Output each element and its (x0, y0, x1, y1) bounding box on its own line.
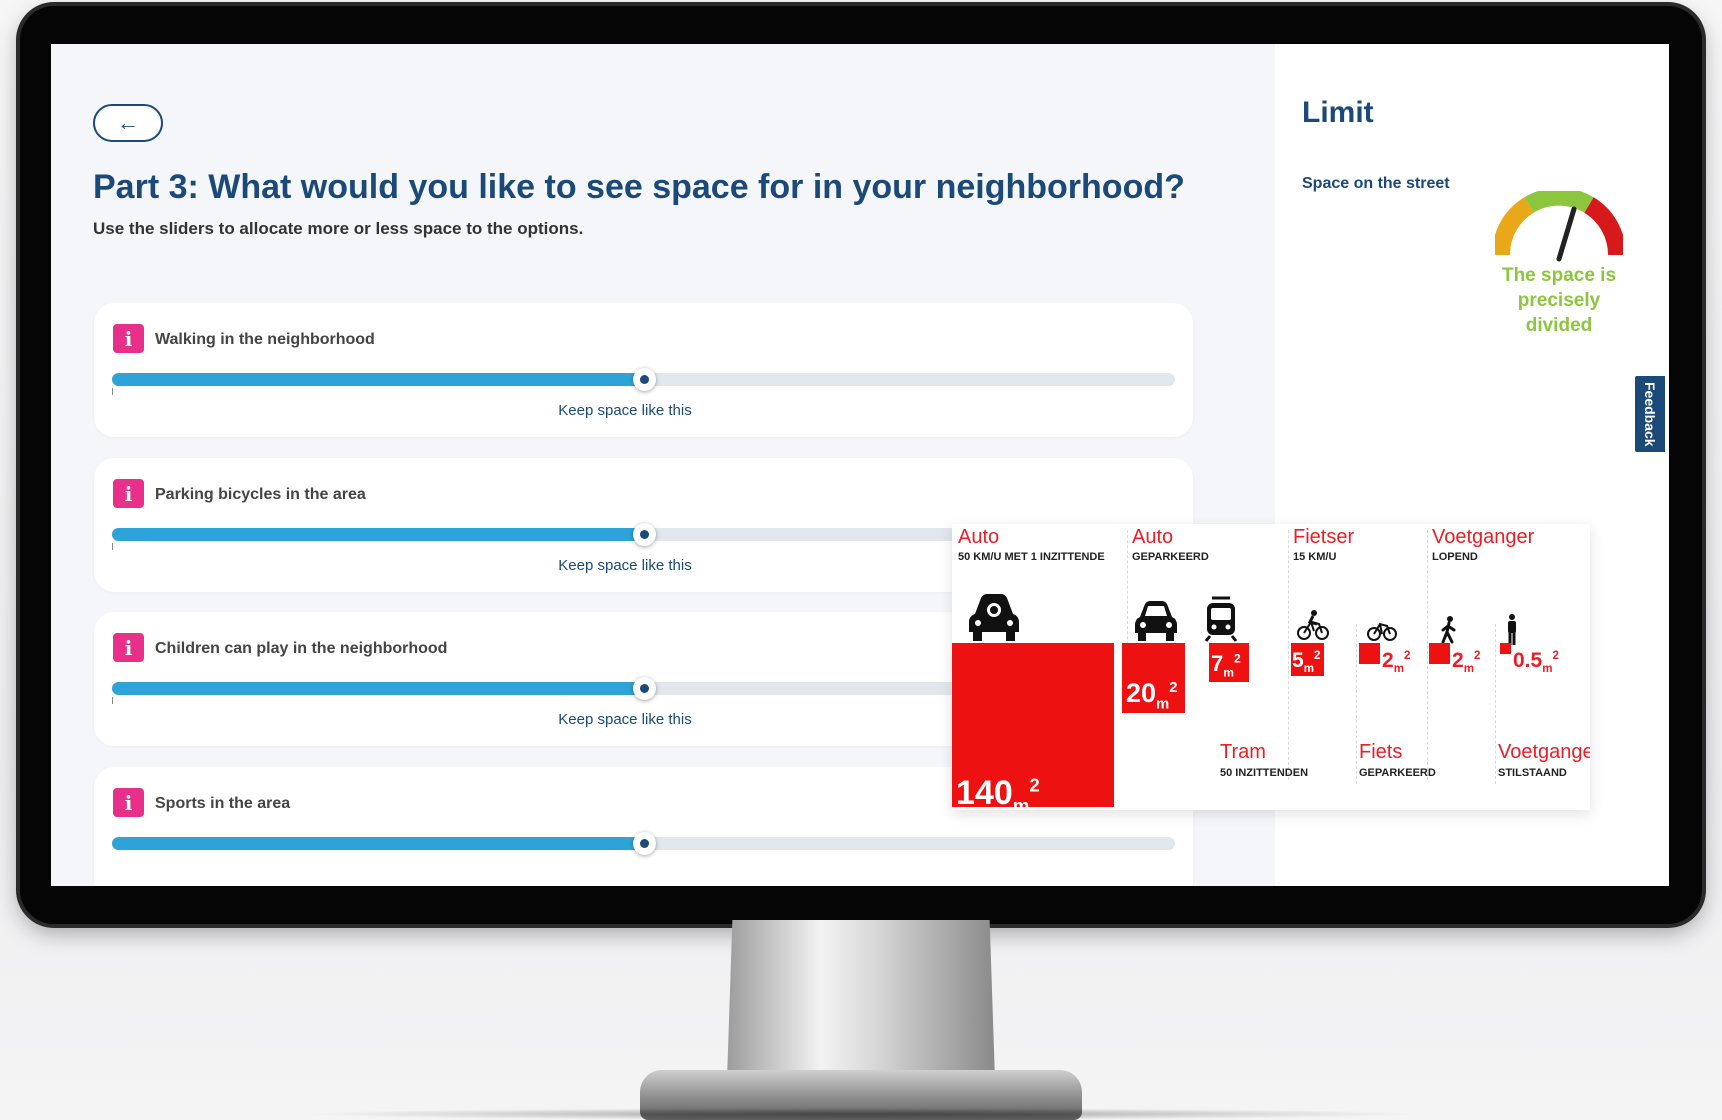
separator (1427, 530, 1428, 780)
category-subtitle: 50 KM/U MET 1 INZITTENDE (958, 551, 1105, 563)
area-block (1359, 643, 1380, 664)
separator (1288, 530, 1289, 780)
area-block (1429, 643, 1450, 664)
category-title: Auto (1132, 526, 1174, 548)
category-title: Tram (1220, 741, 1266, 763)
category-subtitle: LOPEND (1432, 551, 1478, 563)
page-title: Part 3: What would you like to see space… (93, 168, 1185, 206)
slider-fill (112, 682, 644, 695)
slider-tick (112, 697, 113, 704)
screen: ← Part 3: What would you like to see spa… (51, 44, 1669, 886)
monitor-stand-neck (727, 920, 995, 1080)
car-moving-icon (969, 594, 1019, 641)
slider-track[interactable] (112, 368, 1175, 391)
gauge-icon (1495, 191, 1623, 262)
category-title: Voetganger (1432, 526, 1535, 548)
slider-track[interactable] (112, 832, 1175, 855)
info-icon[interactable]: i (113, 479, 144, 508)
separator (1495, 624, 1496, 784)
arrow-left-icon: ← (117, 110, 139, 135)
monitor-stand-shadow (300, 1108, 1422, 1120)
slider-label: Walking in the neighborhood (155, 331, 375, 348)
slider-card-walking: i Walking in the neighborhood Keep space… (94, 303, 1193, 437)
slider-thumb[interactable] (632, 677, 656, 700)
info-icon[interactable]: i (113, 324, 144, 353)
back-button[interactable]: ← (93, 104, 163, 142)
area-value: 2m2 (1452, 649, 1481, 676)
category-title: Auto (958, 526, 1000, 548)
category-subtitle: GEPARKEERD (1359, 767, 1436, 779)
area-value: 20m2 (1126, 678, 1178, 713)
category-subtitle: GEPARKEERD (1132, 551, 1209, 563)
slider-label: Children can play in the neighborhood (155, 640, 448, 657)
info-icon[interactable]: i (113, 633, 144, 662)
area-value: 0.5m2 (1513, 649, 1559, 676)
category-title: Fiets (1359, 741, 1403, 763)
slider-label: Sports in the area (155, 795, 291, 812)
slider-tick (112, 543, 113, 550)
area-block (1500, 643, 1511, 654)
slider-fill (112, 373, 644, 386)
category-subtitle: STILSTAAND (1498, 767, 1567, 779)
space-infographic: Auto 50 KM/U MET 1 INZITTENDE Auto GEPAR… (952, 524, 1590, 810)
area-value: 5m2 (1292, 649, 1321, 676)
category-title: Voetganger (1498, 741, 1590, 763)
category-subtitle: 15 KM/U (1293, 551, 1337, 563)
slider-fill (112, 528, 644, 541)
category-title: Fietser (1293, 526, 1355, 548)
slider-thumb[interactable] (632, 832, 656, 855)
slider-thumb[interactable] (632, 523, 656, 546)
slider-thumb[interactable] (632, 368, 656, 391)
tram-icon (1204, 596, 1238, 642)
slider-tick (112, 388, 113, 395)
panel-title: Limit (1302, 96, 1374, 129)
page-subtitle: Use the sliders to allocate more or less… (93, 219, 584, 238)
separator (1356, 624, 1357, 784)
slider-label: Parking bicycles in the area (155, 486, 366, 503)
gauge-status: The space is precisely divided (1501, 265, 1617, 336)
area-value: 140m2 (956, 774, 1040, 810)
car-parked-icon (1135, 601, 1177, 641)
standing-person-icon (1508, 614, 1516, 645)
feedback-button[interactable]: Feedback (1633, 374, 1667, 454)
bicycle-parked-icon (1367, 622, 1397, 641)
area-value: 7m2 (1211, 651, 1241, 680)
slider-fill (112, 837, 644, 850)
feedback-label: Feedback (1642, 381, 1658, 447)
area-value: 2m2 (1382, 649, 1411, 676)
space-on-street-label: Space on the street (1302, 175, 1450, 192)
slider-caption: Keep space like this (558, 402, 692, 419)
cyclist-icon (1297, 610, 1329, 640)
walking-person-icon (1441, 616, 1456, 644)
category-subtitle: 50 INZITTENDEN (1220, 767, 1309, 779)
info-icon[interactable]: i (113, 788, 144, 817)
